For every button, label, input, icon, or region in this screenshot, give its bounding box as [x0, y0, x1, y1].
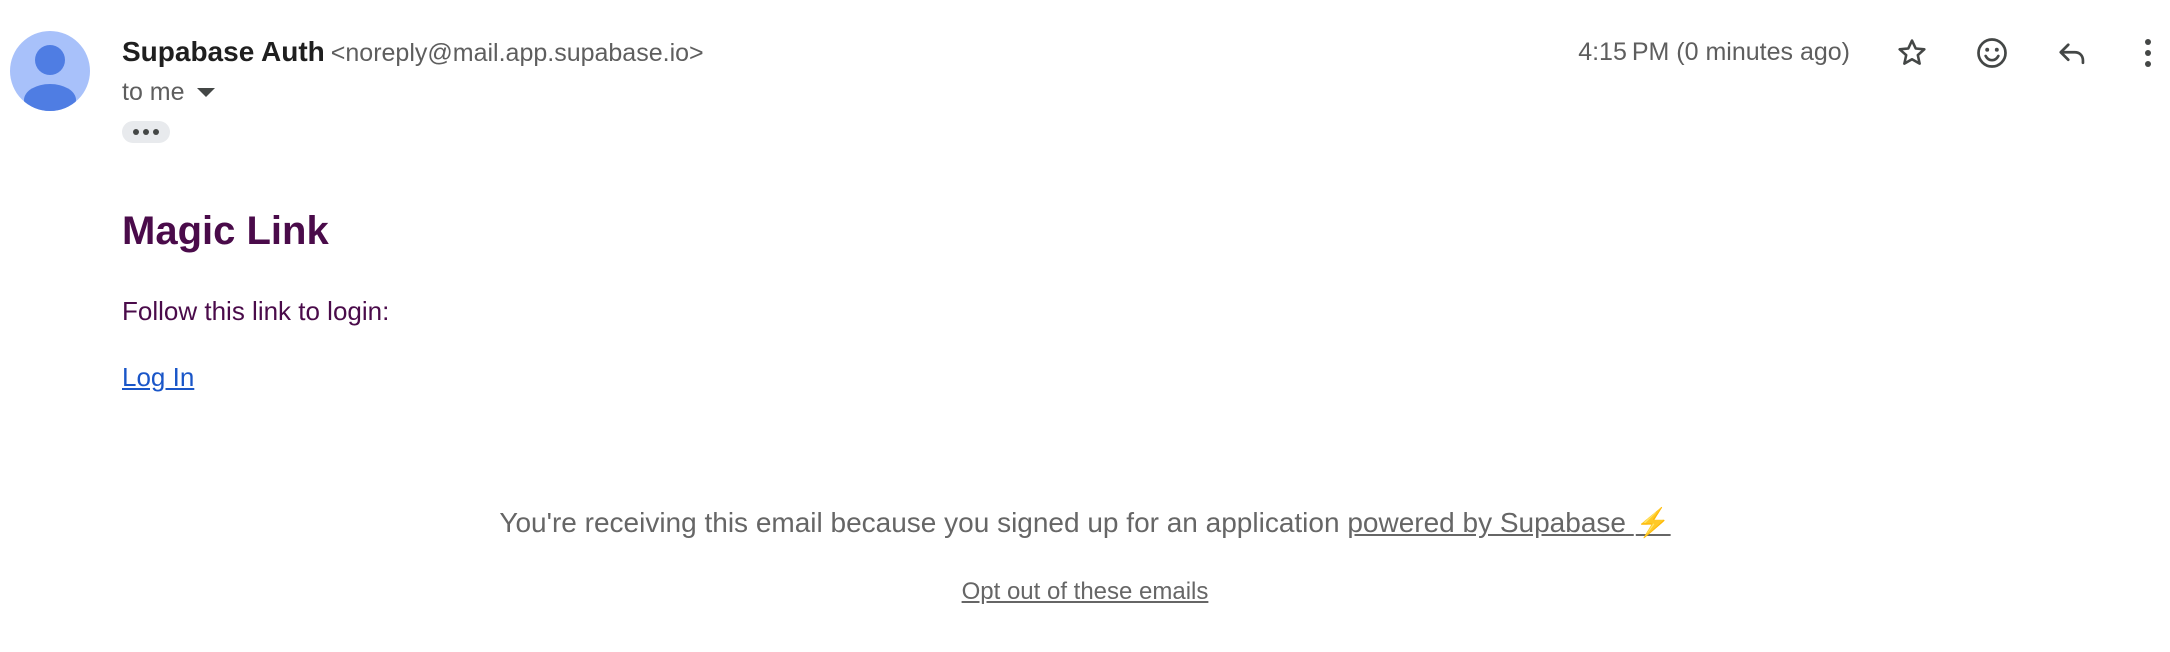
powered-by-label: powered by Supabase — [1347, 507, 1626, 538]
lightning-bolt-icon: ⚡ — [1635, 507, 1671, 538]
reply-icon — [2059, 43, 2085, 65]
star-icon — [1898, 39, 1926, 65]
ellipsis-dot — [143, 129, 149, 135]
more-options-button[interactable] — [2126, 28, 2170, 78]
more-vertical-icon — [2145, 39, 2151, 67]
add-reaction-button[interactable] — [1967, 28, 2017, 78]
reply-button[interactable] — [2047, 28, 2097, 78]
sender-email: <noreply@mail.app.supabase.io> — [330, 39, 704, 67]
caret-down-icon — [196, 87, 215, 97]
sender-line: Supabase Auth <noreply@mail.app.supabase.… — [122, 32, 704, 77]
star-button[interactable] — [1887, 28, 1937, 78]
show-trimmed-content-button[interactable] — [122, 121, 170, 143]
recipient-details-toggle[interactable]: to me — [122, 74, 215, 110]
ellipsis-dot — [133, 129, 139, 135]
opt-out-link[interactable]: Opt out of these emails — [962, 578, 1209, 605]
ellipsis-dot — [153, 129, 159, 135]
footer-notice: You're receiving this email because you … — [499, 507, 1340, 538]
message-timestamp: 4:15 PM (0 minutes ago) — [1578, 38, 1850, 66]
email-title: Magic Link — [122, 209, 329, 253]
optout-line: Opt out of these emails — [0, 576, 2170, 611]
sender-name[interactable]: Supabase Auth — [122, 36, 325, 67]
emoji-reaction-icon — [1977, 38, 2007, 68]
footer-notice-line: You're receiving this email because you … — [0, 504, 2170, 542]
log-in-link[interactable]: Log In — [122, 359, 194, 395]
person-avatar-icon — [24, 45, 76, 111]
login-instruction: Follow this link to login: — [122, 296, 390, 326]
sender-avatar[interactable] — [10, 31, 90, 111]
powered-by-supabase-link[interactable]: powered by Supabase ⚡ — [1347, 507, 1670, 538]
recipient-label: to me — [122, 77, 185, 106]
